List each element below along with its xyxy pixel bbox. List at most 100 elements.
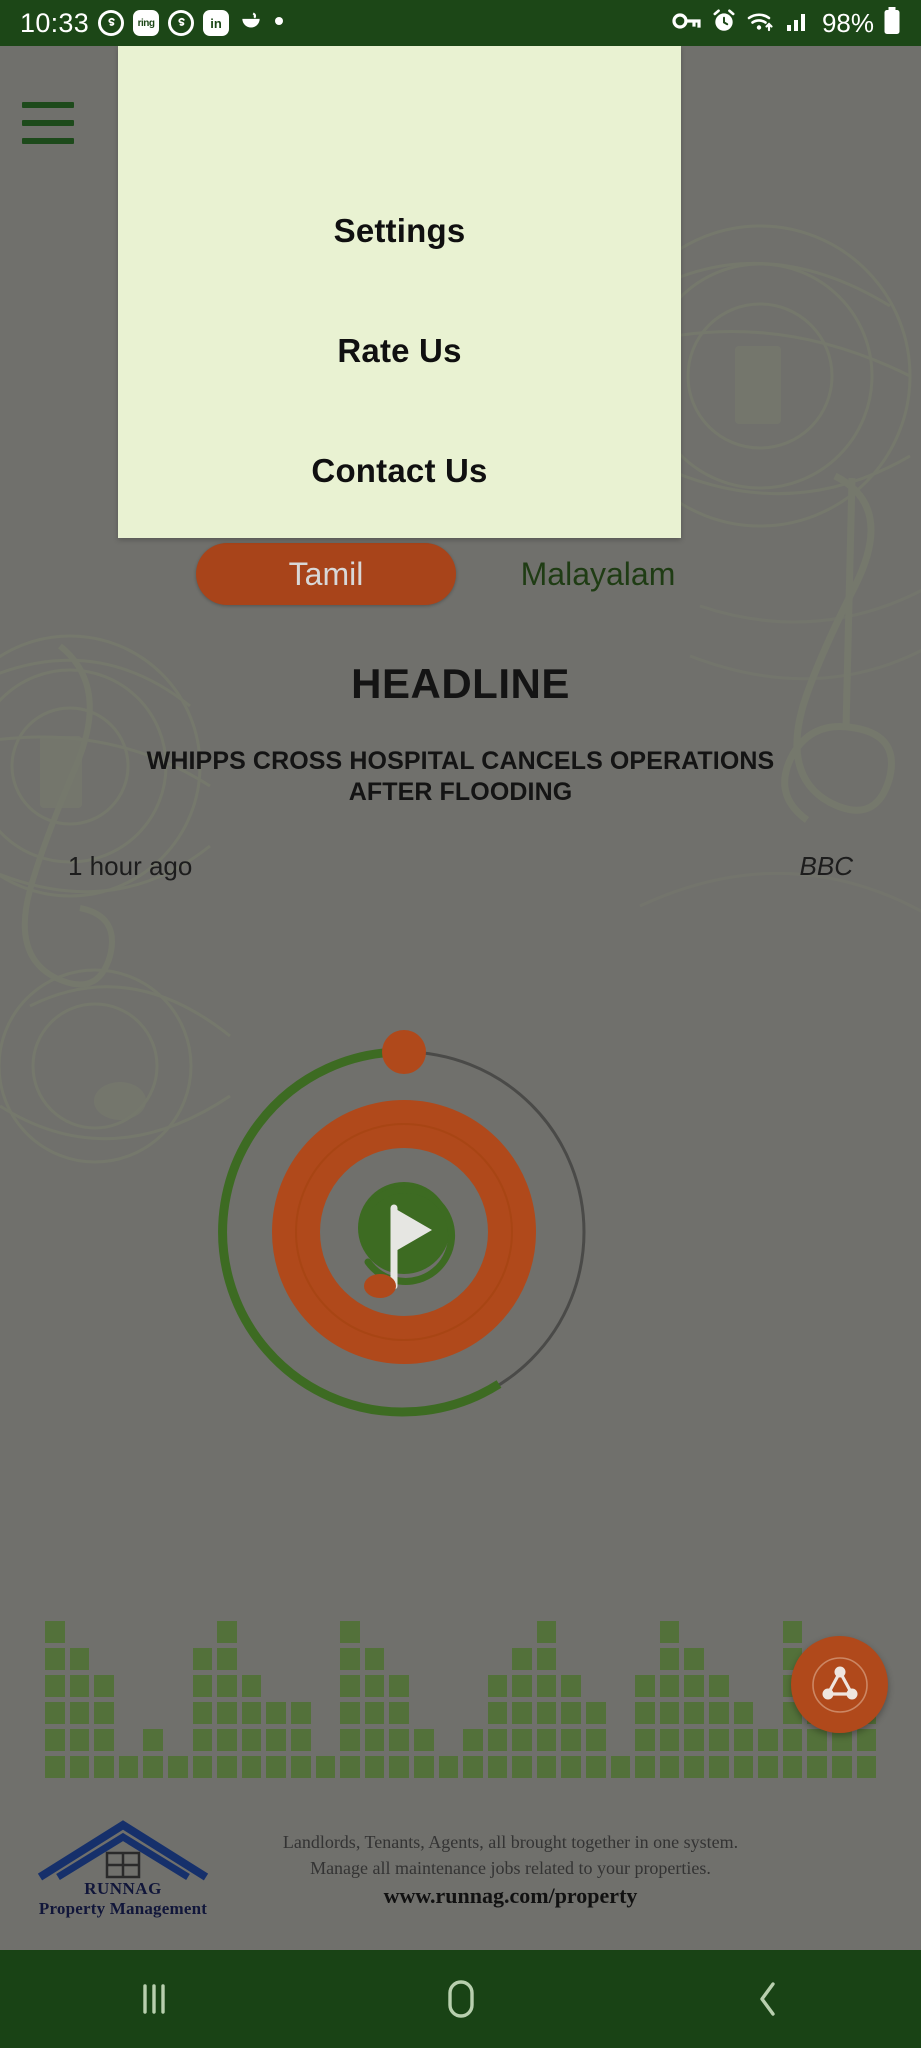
equalizer-column: [487, 1675, 508, 1778]
equalizer-cell: [340, 1756, 360, 1778]
app-icon: [238, 8, 264, 39]
equalizer-cell: [487, 1702, 508, 1724]
equalizer-column: [659, 1621, 680, 1778]
back-icon: [759, 1982, 775, 2016]
equalizer-cell: [118, 1756, 139, 1778]
menu-item-label: Settings: [333, 212, 466, 249]
equalizer-cell: [192, 1675, 213, 1697]
equalizer-cell: [684, 1756, 705, 1778]
ad-copy: Landlords, Tenants, Agents, all brought …: [228, 1829, 903, 1909]
equalizer-cell: [758, 1756, 778, 1778]
ad-logo-name: RUNNAG: [84, 1879, 162, 1898]
status-time: 10:33: [20, 7, 90, 38]
equalizer-cell: [561, 1675, 582, 1697]
equalizer-cell: [389, 1729, 409, 1751]
equalizer-column: [118, 1756, 139, 1778]
equalizer-cell: [561, 1729, 582, 1751]
equalizer-cell: [45, 1621, 65, 1643]
menu-spacer: [118, 53, 681, 171]
equalizer-cell: [733, 1729, 754, 1751]
equalizer-cell: [290, 1729, 311, 1751]
ad-line-2: Manage all maintenance jobs related to y…: [310, 1858, 711, 1878]
equalizer-cell: [659, 1702, 680, 1724]
equalizer-column: [635, 1675, 655, 1778]
equalizer-cell: [463, 1756, 483, 1778]
equalizer-cell: [782, 1729, 803, 1751]
equalizer-cell: [241, 1675, 262, 1697]
equalizer-cell: [561, 1702, 582, 1724]
share-fab[interactable]: [791, 1636, 888, 1733]
equalizer-cell: [364, 1756, 385, 1778]
equalizer-visualizer: [0, 1548, 921, 1778]
equalizer-cell: [635, 1729, 655, 1751]
ad-url: www.runnag.com/property: [383, 1883, 638, 1909]
equalizer-cell: [45, 1675, 65, 1697]
equalizer-cell: [192, 1702, 213, 1724]
equalizer-cell: [217, 1729, 237, 1751]
hamburger-menu-icon[interactable]: [22, 102, 74, 144]
tab-tamil[interactable]: Tamil: [196, 543, 456, 605]
equalizer-cell: [832, 1756, 852, 1778]
home-icon: [447, 1980, 474, 2018]
equalizer-cell: [143, 1729, 163, 1751]
ad-banner[interactable]: RUNNAG Property Management Landlords, Te…: [18, 1810, 903, 1928]
equalizer-cell: [709, 1756, 729, 1778]
back-button[interactable]: [614, 1977, 921, 2021]
play-button[interactable]: [194, 1022, 614, 1442]
menu-item-contact-us[interactable]: Contact Us: [118, 411, 681, 531]
equalizer-cell: [192, 1648, 213, 1670]
equalizer-cell: [389, 1702, 409, 1724]
status-bar-left: 10:33 ring in: [20, 8, 285, 39]
news-section: HEADLINE WHIPPS CROSS HOSPITAL CANCELS O…: [0, 660, 921, 882]
equalizer-cell: [536, 1729, 557, 1751]
equalizer-cell: [217, 1648, 237, 1670]
equalizer-cell: [733, 1756, 754, 1778]
section-title: HEADLINE: [351, 660, 570, 707]
share-icon: [811, 1656, 868, 1713]
equalizer-column: [438, 1756, 459, 1778]
equalizer-column: [709, 1675, 729, 1778]
equalizer-cell: [143, 1756, 163, 1778]
home-button[interactable]: [307, 1976, 614, 2022]
equalizer-cell: [610, 1756, 631, 1778]
equalizer-column: [94, 1675, 114, 1778]
equalizer-cell: [45, 1648, 65, 1670]
equalizer-cell: [364, 1729, 385, 1751]
equalizer-column: [266, 1702, 286, 1778]
ad-line-1: Landlords, Tenants, Agents, all brought …: [282, 1831, 739, 1852]
equalizer-cell: [340, 1621, 360, 1643]
equalizer-cell: [512, 1648, 532, 1670]
equalizer-cell: [659, 1621, 680, 1643]
equalizer-cell: [413, 1756, 434, 1778]
menu-item-settings[interactable]: Settings: [118, 171, 681, 291]
progress-handle[interactable]: [382, 1030, 426, 1074]
dot-icon: [273, 14, 285, 32]
equalizer-column: [561, 1675, 582, 1778]
hamburger-line: [22, 120, 74, 126]
equalizer-cell: [709, 1675, 729, 1697]
menu-item-label: Contact Us: [311, 452, 488, 489]
equalizer-cell: [45, 1702, 65, 1724]
equalizer-cell: [635, 1702, 655, 1724]
menu-item-rate-us[interactable]: Rate Us: [118, 291, 681, 411]
equalizer-cell: [413, 1729, 434, 1751]
equalizer-column: [167, 1756, 188, 1778]
news-headline: WHIPPS CROSS HOSPITAL CANCELS OPERATIONS…: [146, 747, 775, 807]
equalizer-cell: [856, 1729, 877, 1751]
menu-item-label: Rate Us: [337, 332, 462, 369]
tab-malayalam[interactable]: Malayalam: [468, 543, 728, 605]
equalizer-cell: [364, 1675, 385, 1697]
equalizer-cell: [364, 1702, 385, 1724]
android-nav-bar: [0, 1950, 921, 2048]
equalizer-column: [684, 1648, 705, 1778]
equalizer-cell: [94, 1702, 114, 1724]
equalizer-cell: [241, 1729, 262, 1751]
recents-button[interactable]: [0, 1978, 307, 2020]
equalizer-cell: [684, 1675, 705, 1697]
equalizer-cell: [192, 1729, 213, 1751]
equalizer-cell: [266, 1756, 286, 1778]
equalizer-cell: [512, 1756, 532, 1778]
status-bar: 10:33 ring in 98%: [0, 0, 921, 46]
equalizer-column: [536, 1621, 557, 1778]
equalizer-column: [413, 1729, 434, 1778]
